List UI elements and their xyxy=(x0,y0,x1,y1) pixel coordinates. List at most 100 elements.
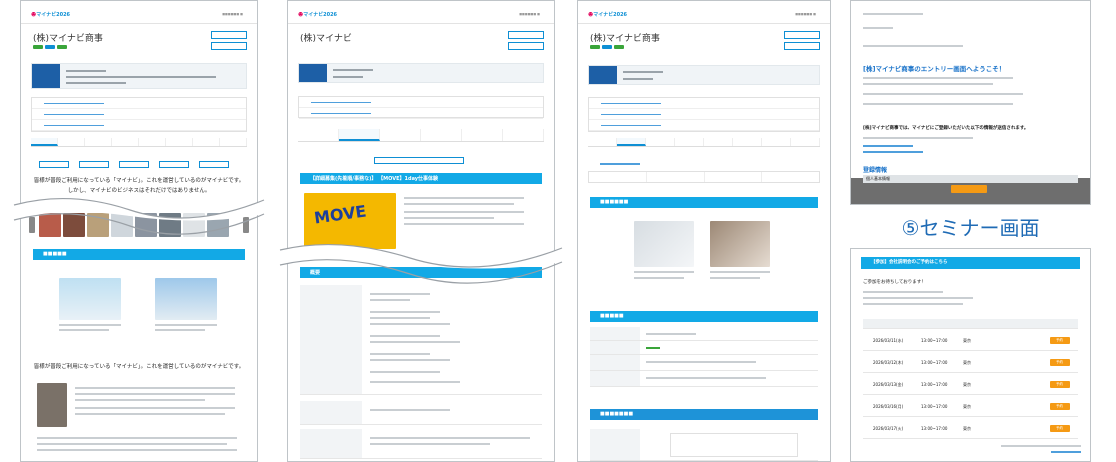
link-list xyxy=(588,97,820,132)
table-row: 2026/03/17(火) 13:00~17:00 東京 予約 xyxy=(863,419,1078,439)
tab[interactable] xyxy=(220,138,247,146)
move-image: MOVE xyxy=(304,193,396,249)
photo-meeting xyxy=(634,221,694,267)
mynavi-logo: ☻マイナビ2026 xyxy=(298,12,338,18)
seminar-table-header xyxy=(863,319,1078,329)
anchor-link[interactable] xyxy=(762,172,819,182)
entry-button[interactable] xyxy=(784,42,820,50)
sub-button[interactable] xyxy=(79,161,109,168)
anchor-link[interactable] xyxy=(647,172,705,182)
reserve-button[interactable]: 予約 xyxy=(1050,359,1070,366)
prev-arrow-icon[interactable] xyxy=(29,217,35,233)
photo xyxy=(87,213,109,237)
section-header: ■■■■■ xyxy=(590,311,818,322)
favorite-button[interactable] xyxy=(784,31,820,39)
photo xyxy=(63,213,85,237)
entry-welcome: [株]マイナビ商事のエントリー画面へようこそ！ xyxy=(863,65,1006,73)
header-link[interactable]: ■■■■■■ ■ xyxy=(222,12,243,16)
seminar-header: 【参加】会社説明会のご予約はこちら xyxy=(861,257,1080,269)
table-row xyxy=(590,429,818,461)
list-item[interactable] xyxy=(299,108,543,119)
tab-top[interactable] xyxy=(31,138,58,146)
tab[interactable] xyxy=(112,138,139,146)
screen-company-top: ☻マイナビ2026 ■■■■■■ ■ (株)マイナビ商事 皆様が普段ご利用になっ… xyxy=(20,0,258,462)
anchor-link[interactable] xyxy=(705,172,763,182)
favorite-button[interactable] xyxy=(508,31,544,39)
tab[interactable] xyxy=(588,138,617,146)
section-header: ■■■■■■ xyxy=(590,197,818,208)
list-item[interactable] xyxy=(589,98,819,109)
table-row: 2026/03/16(月) 13:00~17:00 東京 予約 xyxy=(863,397,1078,417)
tab-active[interactable] xyxy=(339,129,380,141)
tab[interactable] xyxy=(704,138,733,146)
photo xyxy=(135,213,157,237)
photo xyxy=(159,213,181,237)
link-list xyxy=(31,97,247,132)
entry-button[interactable] xyxy=(508,42,544,50)
info-box xyxy=(588,65,820,85)
tab[interactable] xyxy=(139,138,166,146)
tab[interactable] xyxy=(503,129,544,141)
tab[interactable] xyxy=(380,129,421,141)
table-row xyxy=(590,371,818,387)
list-item[interactable] xyxy=(589,109,819,120)
tab[interactable] xyxy=(58,138,85,146)
sub-button[interactable] xyxy=(119,161,149,168)
entry-button[interactable] xyxy=(211,42,247,50)
tab-bar xyxy=(298,129,544,142)
table-row: 2026/03/13(金) 13:00~17:00 東京 予約 xyxy=(863,375,1078,395)
tab-bar xyxy=(588,138,820,147)
screen-entry: [株]マイナビ商事のエントリー画面へようこそ！ [株]マイナビ商事では、マイナビ… xyxy=(850,0,1091,205)
list-item[interactable] xyxy=(32,98,246,109)
next-arrow-icon[interactable] xyxy=(243,217,249,233)
tab[interactable] xyxy=(791,138,820,146)
seminar-caption: ⑤セミナー画面 xyxy=(901,216,1040,240)
tab[interactable] xyxy=(298,129,339,141)
section-header: ■■■■■■■ xyxy=(590,409,818,420)
anchor-link[interactable] xyxy=(589,172,647,182)
table-row xyxy=(300,401,542,425)
sub-button[interactable] xyxy=(39,161,69,168)
table-row xyxy=(300,429,542,459)
entry-heading: [株]マイナビ商事では、マイナビにご登録いただいた以下の情報が送信されます。 xyxy=(863,126,1029,131)
section-header: ■■■■■ xyxy=(33,249,245,260)
internship-list-button[interactable] xyxy=(374,157,464,164)
tab[interactable] xyxy=(193,138,220,146)
entry-subsection: 個人基本情報 xyxy=(863,175,1078,183)
list-item[interactable] xyxy=(32,109,246,120)
sub-button[interactable] xyxy=(199,161,229,168)
tab[interactable] xyxy=(421,129,462,141)
screen-seminar: 【参加】会社説明会のご予約はこちら ご参加をお待ちしております！ 2026/03… xyxy=(850,248,1091,462)
tab-active[interactable] xyxy=(617,138,646,146)
list-item[interactable] xyxy=(299,97,543,108)
entry-section: 登録情報 xyxy=(863,167,888,174)
sub-button[interactable] xyxy=(159,161,189,168)
photo-person xyxy=(37,383,67,427)
table-row xyxy=(590,355,818,371)
tab[interactable] xyxy=(85,138,112,146)
tab[interactable] xyxy=(462,129,503,141)
favorite-button[interactable] xyxy=(211,31,247,39)
header-link[interactable]: ■■■■■■ ■ xyxy=(795,12,816,16)
tab[interactable] xyxy=(762,138,791,146)
link-box xyxy=(298,96,544,119)
anchor-bar xyxy=(588,171,820,183)
tab[interactable] xyxy=(166,138,193,146)
reserve-button[interactable]: 予約 xyxy=(1050,403,1070,410)
photo xyxy=(207,213,229,237)
tab[interactable] xyxy=(675,138,704,146)
tagline: 皆様が普段ご利用になっている「マイナビ」。これを運営しているのがマイナビです。 xyxy=(33,178,245,184)
table-row xyxy=(590,341,818,355)
reserve-button[interactable]: 予約 xyxy=(1050,337,1070,344)
header-link[interactable]: ■■■■■■ ■ xyxy=(519,12,540,16)
list-item[interactable] xyxy=(589,120,819,131)
mynavi-logo: ☻マイナビ2026 xyxy=(31,12,71,18)
reserve-button[interactable]: 予約 xyxy=(1050,381,1070,388)
photo-office xyxy=(155,278,217,320)
reserve-button[interactable]: 予約 xyxy=(1050,425,1070,432)
list-item[interactable] xyxy=(32,120,246,131)
tab[interactable] xyxy=(733,138,762,146)
next-button[interactable] xyxy=(951,185,987,193)
tab[interactable] xyxy=(646,138,675,146)
mynavi-logo: ☻マイナビ2026 xyxy=(588,12,628,18)
